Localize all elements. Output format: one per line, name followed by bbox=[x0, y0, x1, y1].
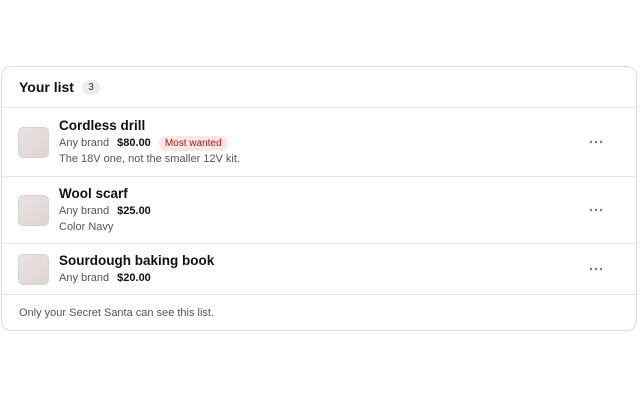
more-horizontal-icon bbox=[589, 208, 603, 212]
more-horizontal-icon bbox=[589, 140, 603, 144]
item-info: Wool scarf Any brand $25.00 Color Navy bbox=[59, 185, 151, 235]
item-thumbnail bbox=[18, 253, 49, 285]
list-item[interactable]: Wool scarf Any brand $25.00 Color Navy bbox=[2, 177, 636, 244]
item-price: $20.00 bbox=[117, 272, 151, 284]
item-thumbnail bbox=[18, 126, 49, 158]
list-item[interactable]: Cordless drill Any brand $80.00 Most wan… bbox=[2, 108, 636, 177]
list-header: Your list 3 bbox=[2, 67, 636, 108]
most-wanted-badge: Most wanted bbox=[158, 136, 228, 151]
item-more-button[interactable] bbox=[586, 203, 606, 217]
more-horizontal-icon bbox=[589, 267, 603, 271]
item-note: The 18V one, not the smaller 12V kit. bbox=[59, 153, 240, 165]
item-brand: Any brand bbox=[59, 205, 110, 217]
item-name: Wool scarf bbox=[59, 186, 128, 201]
list-title: Your list bbox=[19, 79, 74, 95]
list-item[interactable]: Sourdough baking book Any brand $20.00 bbox=[2, 244, 636, 295]
item-price: $80.00 bbox=[117, 137, 151, 149]
item-count-badge: 3 bbox=[81, 79, 100, 95]
item-note: Color Navy bbox=[59, 221, 114, 233]
item-name: Cordless drill bbox=[59, 118, 146, 133]
item-meta: Any brand $80.00 Most wanted bbox=[59, 136, 240, 151]
item-meta: Any brand $25.00 bbox=[59, 204, 151, 219]
item-price: $25.00 bbox=[117, 205, 151, 217]
item-more-button[interactable] bbox=[586, 135, 606, 149]
item-name: Sourdough baking book bbox=[59, 253, 215, 268]
privacy-note: Only your Secret Santa can see this list… bbox=[19, 307, 215, 319]
item-brand: Any brand bbox=[59, 272, 110, 284]
item-brand: Any brand bbox=[59, 137, 110, 149]
item-more-button[interactable] bbox=[586, 262, 606, 276]
item-info: Sourdough baking book Any brand $20.00 bbox=[59, 252, 214, 286]
item-thumbnail bbox=[18, 194, 49, 226]
wishlist-card: Your list 3 Cordless drill Any brand $80… bbox=[1, 66, 637, 331]
item-meta: Any brand $20.00 bbox=[59, 271, 214, 286]
item-info: Cordless drill Any brand $80.00 Most wan… bbox=[59, 117, 240, 167]
